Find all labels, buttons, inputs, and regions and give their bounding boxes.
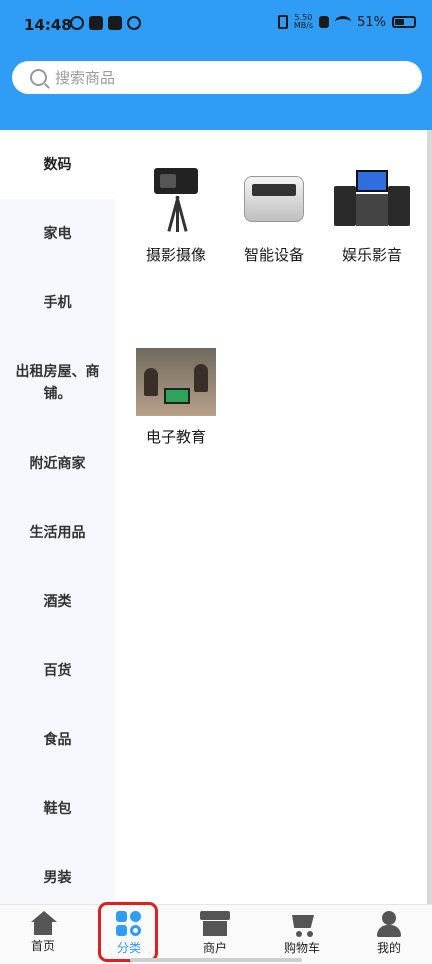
- network-speed-unit: MB/s: [293, 21, 314, 30]
- nav-label: 商户: [202, 941, 227, 955]
- profile-icon: [377, 911, 401, 937]
- vibrate-icon: [277, 15, 288, 29]
- nav-label: 我的: [376, 941, 401, 955]
- category-label: 娱乐影音: [341, 246, 402, 264]
- tiktok-icon: [108, 16, 122, 30]
- battery-level: [395, 19, 404, 25]
- status-bar: 14:48 5.50 MB/s 51%: [0, 0, 432, 52]
- bottom-nav: 首页 分类 商户 购物车 我的: [0, 904, 432, 964]
- status-indicators: 5.50 MB/s 51%: [277, 14, 416, 30]
- notification-icons: [70, 16, 141, 30]
- nav-home[interactable]: 首页: [0, 911, 86, 954]
- sidebar-item-shoes-bags[interactable]: 鞋包: [0, 774, 115, 843]
- category-card-entertainment[interactable]: 娱乐影音: [322, 166, 422, 265]
- audio-video-icon: [332, 166, 412, 234]
- cart-icon: [288, 911, 316, 937]
- nav-label: 首页: [30, 939, 55, 953]
- home-indicator: [130, 958, 302, 962]
- shop-icon: [200, 911, 230, 937]
- sidebar-item-food[interactable]: 食品: [0, 705, 115, 774]
- status-time: 14:48: [24, 16, 72, 34]
- sidebar-item-menswear[interactable]: 男装: [0, 843, 115, 904]
- category-label: 电子教育: [145, 428, 206, 446]
- header-bar: 14:48 5.50 MB/s 51% 搜索商品: [0, 0, 432, 130]
- nav-label: 购物车: [283, 941, 320, 955]
- sidebar-item-general-goods[interactable]: 百货: [0, 636, 115, 705]
- scrollbar[interactable]: [427, 130, 432, 904]
- sidebar-item-daily-goods[interactable]: 生活用品: [0, 498, 115, 567]
- category-card-education[interactable]: 电子教育: [126, 348, 226, 447]
- battery-percent: 51%: [357, 14, 386, 30]
- cloud-icon: [127, 16, 141, 30]
- sidebar-item-digital[interactable]: 数码: [0, 130, 115, 199]
- category-card-smart-devices[interactable]: 智能设备: [224, 166, 324, 265]
- fan-icon: [89, 16, 103, 30]
- sidebar-item-appliances[interactable]: 家电: [0, 199, 115, 268]
- nav-profile[interactable]: 我的: [346, 911, 432, 956]
- search-bar[interactable]: 搜索商品: [12, 61, 422, 94]
- nav-cart[interactable]: 购物车: [259, 911, 345, 956]
- search-icon: [30, 69, 47, 86]
- sim-icon: [319, 16, 330, 28]
- wifi-icon: [335, 16, 352, 28]
- category-card-photography[interactable]: 摄影摄像: [126, 166, 226, 265]
- sidebar-item-phones[interactable]: 手机: [0, 268, 115, 337]
- smart-device-icon: [234, 166, 314, 234]
- search-placeholder: 搜索商品: [55, 69, 116, 87]
- education-icon: [136, 348, 216, 416]
- sidebar-item-liquor[interactable]: 酒类: [0, 567, 115, 636]
- battery-icon: [392, 16, 416, 28]
- home-icon: [30, 911, 57, 935]
- sidebar-item-nearby-stores[interactable]: 附近商家: [0, 429, 115, 498]
- notification-icon: [70, 16, 84, 30]
- highlight-box: [98, 902, 158, 962]
- category-sidebar: 数码 家电 手机 出租房屋、商铺。 附近商家 生活用品 酒类 百货 食品 鞋包 …: [0, 130, 115, 904]
- category-label: 智能设备: [243, 246, 304, 264]
- category-content: 摄影摄像 智能设备 娱乐影音 电子教育: [115, 130, 425, 904]
- category-label: 摄影摄像: [145, 246, 206, 264]
- nav-merchants[interactable]: 商户: [172, 911, 258, 956]
- network-speed: 5.50 MB/s: [294, 14, 313, 30]
- camera-icon: [136, 166, 216, 234]
- sidebar-item-rentals[interactable]: 出租房屋、商铺。: [0, 337, 115, 429]
